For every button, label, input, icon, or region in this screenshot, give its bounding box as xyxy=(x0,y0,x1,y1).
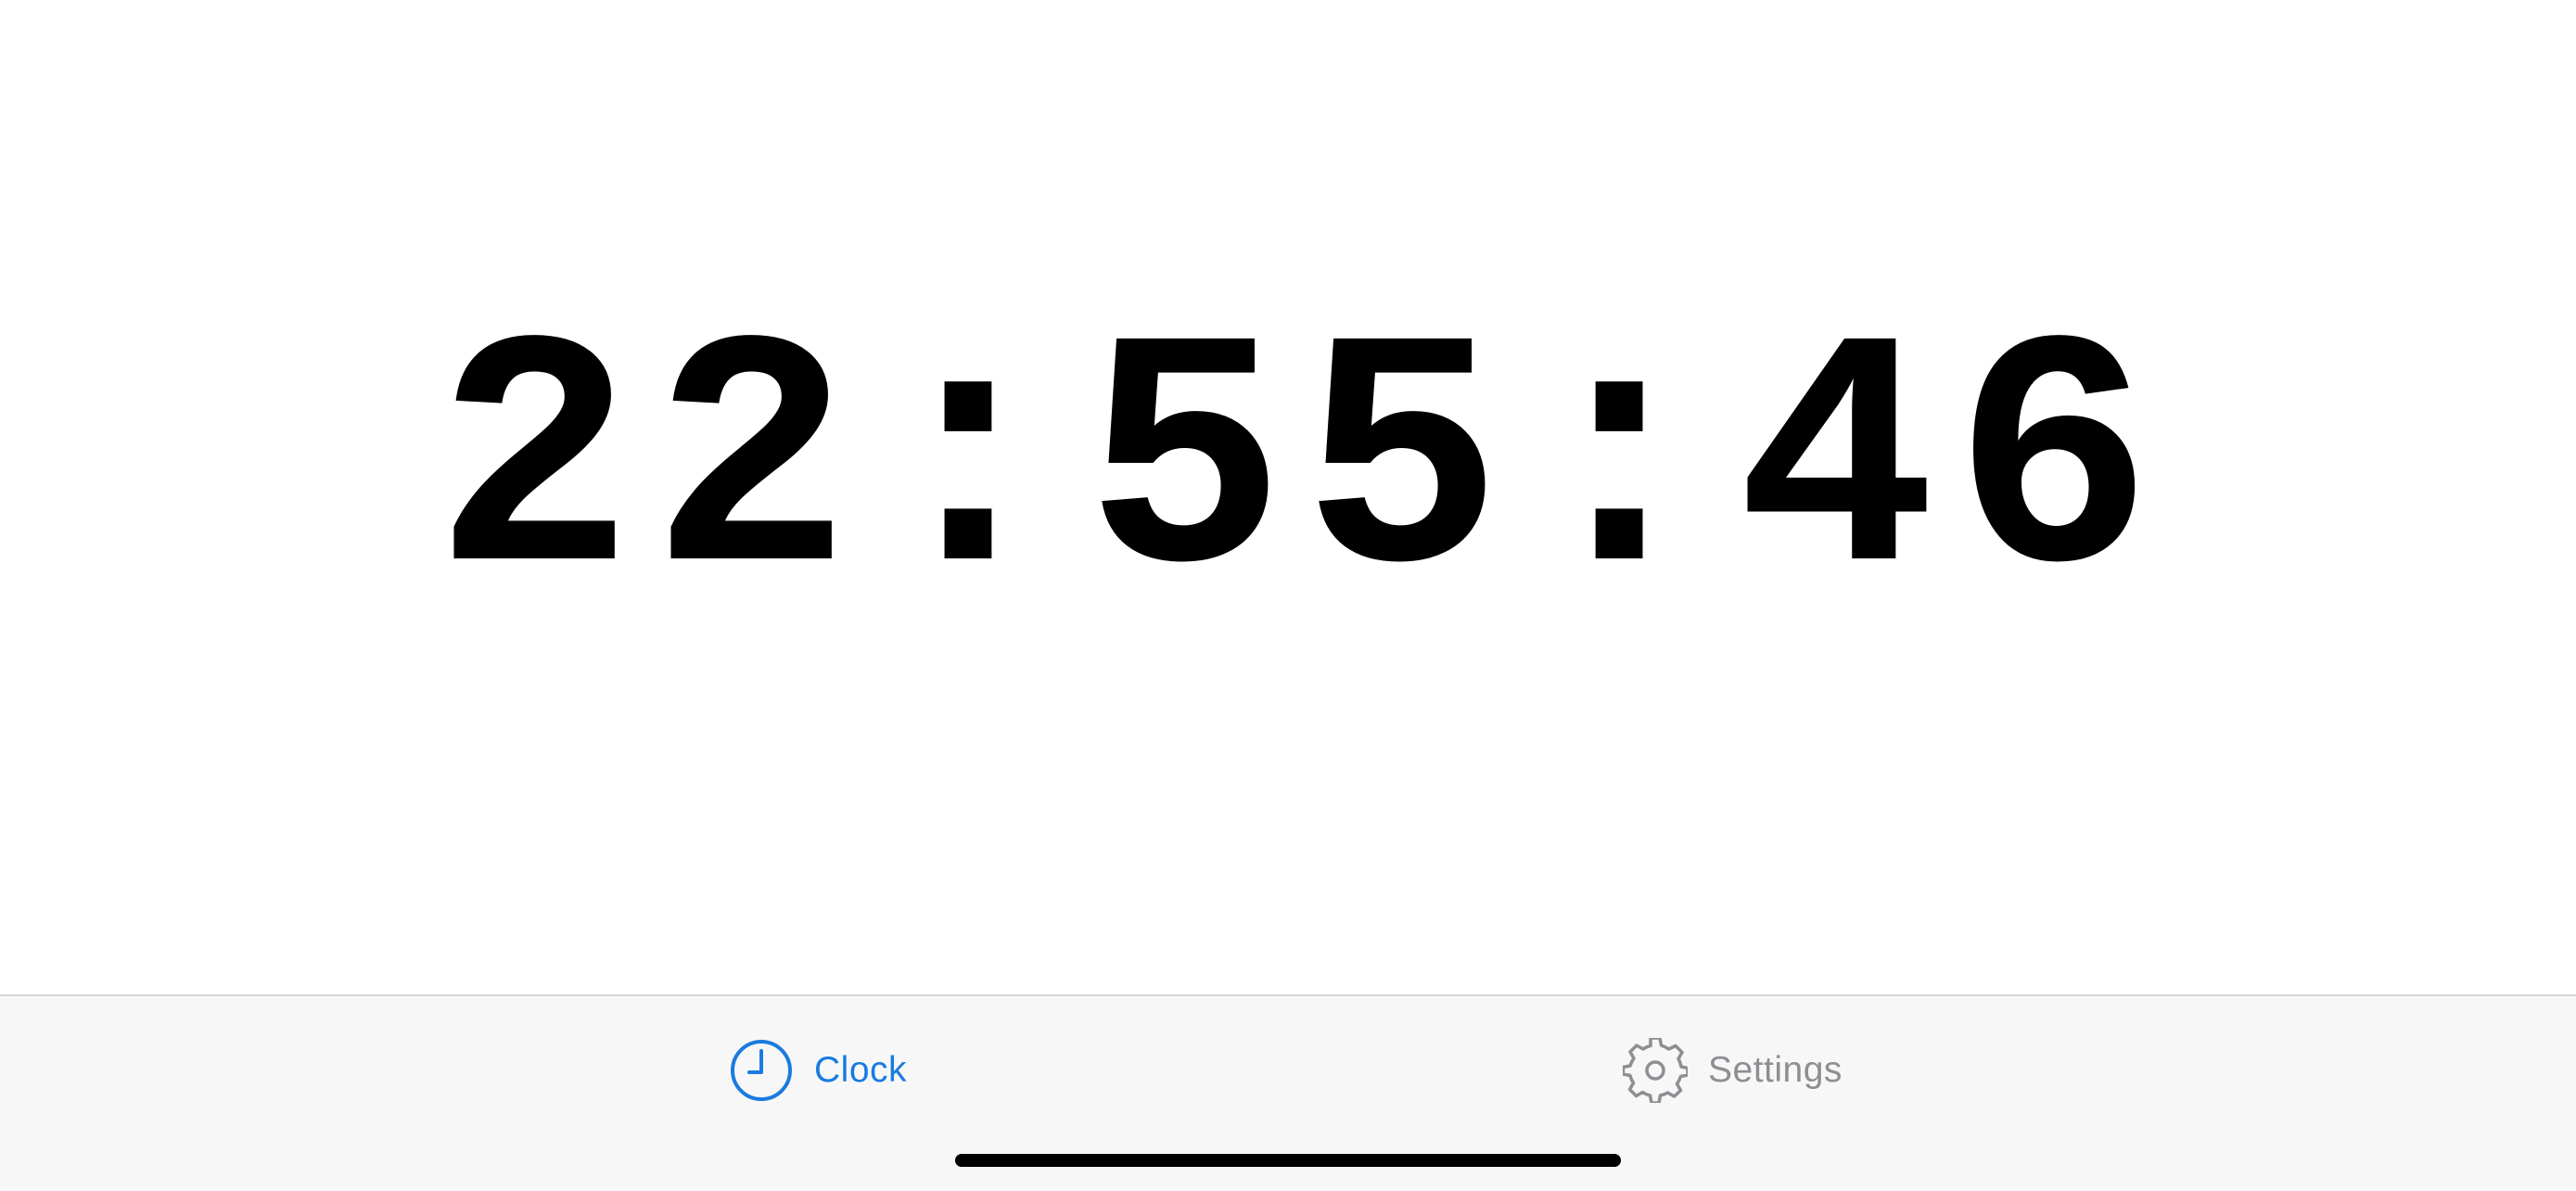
time-text: 22:55:46 xyxy=(433,281,2171,660)
clock-display: 22:55:46 xyxy=(0,0,2576,994)
gear-icon xyxy=(1623,1038,1688,1103)
tab-clock[interactable]: Clock xyxy=(729,1037,907,1104)
home-indicator[interactable] xyxy=(955,1154,1621,1167)
clock-icon xyxy=(729,1038,794,1103)
tab-clock-label: Clock xyxy=(814,1050,908,1090)
tab-settings-label: Settings xyxy=(1708,1050,1843,1090)
app-screen: 22:55:46 Clock Settings xyxy=(0,0,2576,1191)
tab-settings[interactable]: Settings xyxy=(1623,1037,1843,1104)
